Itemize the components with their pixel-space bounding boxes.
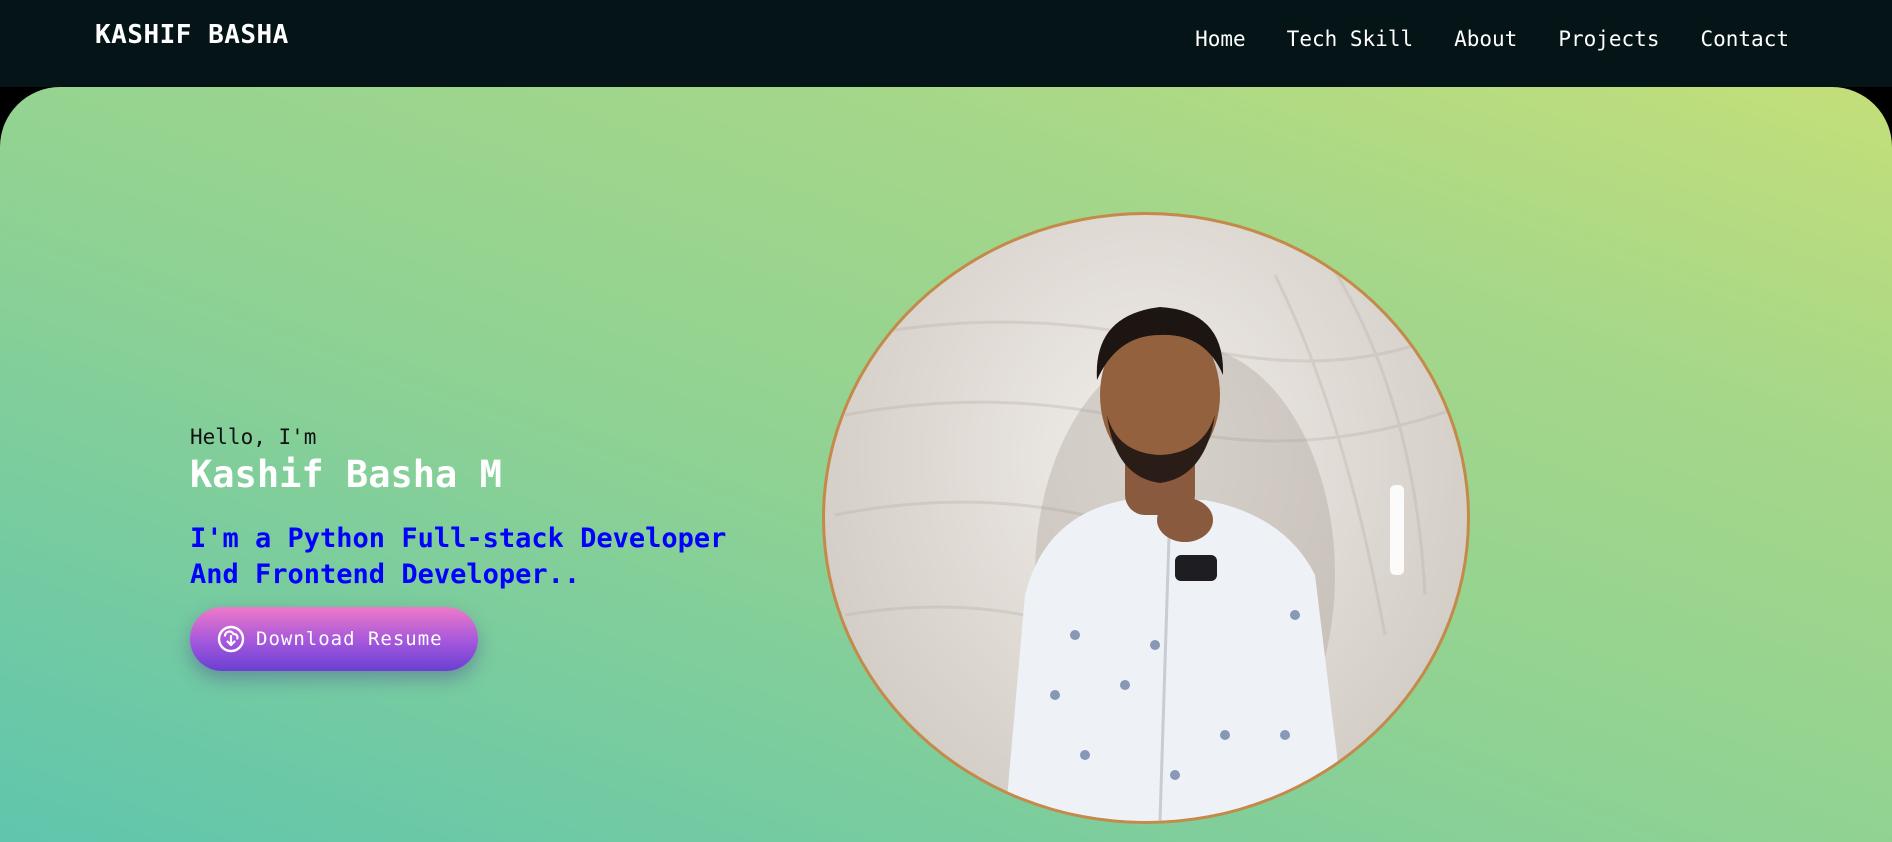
nav-links: Home Tech Skill About Projects Contact	[1195, 27, 1789, 51]
nav-link-tech-skill[interactable]: Tech Skill	[1287, 27, 1413, 51]
navbar: KASHIF BASHA Home Tech Skill About Proje…	[0, 0, 1892, 87]
hero-tagline-line-2: And Frontend Developer..	[190, 559, 581, 590]
brand-logo[interactable]: KASHIF BASHA	[95, 20, 289, 50]
hero-greeting: Hello, I'm	[190, 425, 317, 449]
download-resume-label: Download Resume	[256, 628, 443, 650]
download-resume-button[interactable]: Download Resume	[190, 607, 478, 671]
nav-link-about[interactable]: About	[1454, 27, 1517, 51]
nav-link-contact[interactable]: Contact	[1700, 27, 1789, 51]
nav-link-projects[interactable]: Projects	[1558, 27, 1659, 51]
nav-link-home[interactable]: Home	[1195, 27, 1246, 51]
hero-tagline-line-1: I'm a Python Full-stack Developer	[190, 523, 727, 554]
profile-photo	[822, 212, 1470, 824]
hero-section: Hello, I'm Kashif Basha M I'm a Python F…	[0, 87, 1892, 842]
hero-name: Kashif Basha M	[190, 453, 502, 496]
hero-tagline: I'm a Python Full-stack Developer And Fr…	[190, 521, 726, 593]
cloud-download-icon	[216, 624, 246, 654]
